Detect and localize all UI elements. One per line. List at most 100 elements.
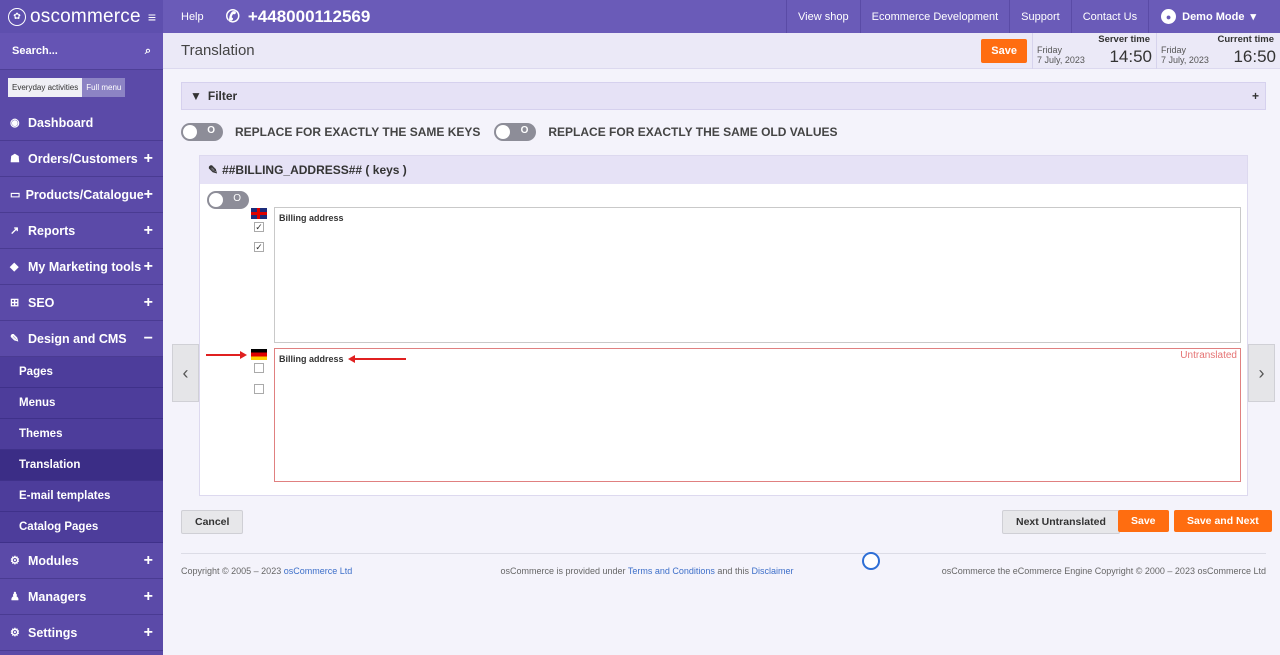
server-time-label: Server time [1098,33,1150,45]
expand-icon[interactable]: + [144,150,153,168]
en-checkbox-1[interactable]: ✓ [254,222,264,232]
menu-toggle-icon[interactable]: ≡ [148,9,156,25]
save-button[interactable]: Save [1118,510,1169,532]
expand-icon[interactable]: + [144,258,153,276]
help-link[interactable]: Help [181,11,204,23]
search-input[interactable]: Search... ⌕ [0,33,163,70]
footer-engine-copyright: osCommerce the eCommerce Engine Copyrigh… [941,566,1266,576]
server-time-date-text: 7 July, 2023 [1037,54,1085,65]
logo-icon: ✿ [8,7,26,26]
tag-icon: ◆ [10,261,19,273]
save-and-next-button[interactable]: Save and Next [1174,510,1272,532]
next-button[interactable]: › [1248,344,1275,402]
search-icon[interactable]: ⌕ [145,45,151,58]
sidebar-item-orders-customers[interactable]: ☗ Orders/Customers + [0,141,163,177]
replace-same-keys-toggle[interactable]: O [181,123,223,141]
top-bar: ✿ oscommerce ≡ Help ✆ +448000112569 View… [0,0,1280,33]
de-translation-textarea[interactable]: Billing address Untranslated [274,348,1241,482]
sidebar-subitem-email-templates[interactable]: E-mail templates [0,481,163,512]
annotation-arrow-line [354,358,406,360]
filter-bar[interactable]: ▼ Filter + [181,82,1266,110]
expand-icon[interactable]: + [144,222,153,240]
sidebar-item-modules[interactable]: ⚙ Modules + [0,543,163,579]
sidebar-item-products-catalogue[interactable]: ▭ Products/Catalogue + [0,177,163,213]
support-link[interactable]: Support [1009,0,1071,33]
logo[interactable]: ✿ oscommerce ≡ [0,0,163,33]
sidebar-subitem-pages[interactable]: Pages [0,357,163,388]
de-checkbox-1[interactable] [254,363,264,373]
sidebar-item-dashboard[interactable]: ◉ Dashboard [0,105,163,141]
cancel-button[interactable]: Cancel [181,510,244,534]
expand-icon[interactable]: + [144,294,153,312]
expand-icon[interactable]: + [144,552,153,570]
panel-header: ✎ ##BILLING_ADDRESS## ( keys ) [200,156,1247,184]
en-checkbox-2[interactable]: ✓ [254,242,264,252]
cursor-indicator [862,552,880,570]
sidebar-subitem-themes[interactable]: Themes [0,419,163,450]
translation-panel: ✎ ##BILLING_ADDRESS## ( keys ) O ✓ ✓ Bil… [199,155,1248,496]
user-menu[interactable]: ● Demo Mode ▾ [1148,0,1280,33]
sidebar-item-label: Design and CMS [28,331,127,346]
annotation-arrow-head [240,351,247,359]
replace-toggles: O REPLACE FOR EXACTLY THE SAME KEYS O RE… [181,123,852,141]
user-icon: ● [1161,9,1177,24]
contact-us-link[interactable]: Contact Us [1070,0,1148,33]
tab-full-menu[interactable]: Full menu [82,78,126,97]
sidebar-item-seo[interactable]: ⊞ SEO + [0,285,163,321]
collapse-icon[interactable]: − [144,330,153,348]
phone-text: +448000112569 [247,6,371,26]
disclaimer-link[interactable]: Disclaimer [751,566,793,576]
replace-same-keys-label: REPLACE FOR EXACTLY THE SAME KEYS [235,125,481,139]
previous-button[interactable]: ‹ [172,344,199,402]
en-translation-textarea[interactable]: Billing address [274,207,1241,343]
oscommerce-ltd-link[interactable]: osCommerce Ltd [284,566,353,576]
translation-key-title: ##BILLING_ADDRESS## ( keys ) [222,163,407,177]
chevron-down-icon: ▾ [1250,11,1256,23]
filter-label: Filter [207,89,238,103]
server-time-day: Friday [1037,44,1063,55]
sidebar-subitem-catalog-pages[interactable]: Catalog Pages [0,512,163,543]
view-shop-link[interactable]: View shop [786,0,860,33]
tab-everyday-activities[interactable]: Everyday activities [8,78,83,97]
footer-license: osCommerce is provided under Terms and C… [500,566,793,576]
expand-icon[interactable]: + [144,588,153,606]
sidebar-item-marketing[interactable]: ◆ My Marketing tools + [0,249,163,285]
phone-icon: ✆ [225,6,240,26]
sidebar-item-managers[interactable]: ♟ Managers + [0,579,163,615]
server-time-date: Friday 7 July, 2023 [1037,45,1085,65]
settings-icon: ⚙ [10,627,20,639]
de-translation-value: Billing address [279,354,344,364]
expand-icon[interactable]: + [144,624,153,642]
phone-number[interactable]: ✆ +448000112569 [226,7,371,27]
annotation-arrow-line [206,354,240,356]
chart-icon: ↗ [10,225,20,237]
panel-toggle[interactable]: O [207,191,249,209]
de-checkbox-2[interactable] [254,384,264,394]
header-save-button[interactable]: Save [981,38,1027,63]
current-time-day: Friday [1161,44,1187,55]
chevron-right-icon: › [1258,362,1265,383]
expand-icon[interactable]: + [144,186,153,204]
search-placeholder: Search... [12,45,58,57]
next-untranslated-button[interactable]: Next Untranslated [1002,510,1120,534]
sidebar-item-label: Orders/Customers [28,151,138,166]
ecommerce-development-link[interactable]: Ecommerce Development [859,0,1010,33]
current-time-label: Current time [1217,33,1274,45]
sidebar-item-label: Dashboard [28,115,94,130]
sidebar-item-settings[interactable]: ⚙ Settings + [0,615,163,651]
toggle-state: O [233,193,241,204]
expand-filter-icon[interactable]: + [1252,89,1259,103]
uk-flag-icon [251,208,267,219]
sidebar-item-reports[interactable]: ↗ Reports + [0,213,163,249]
sidebar-item-label: Managers [28,589,87,604]
manager-icon: ♟ [10,591,20,603]
brush-icon: ✎ [10,333,20,345]
terms-link[interactable]: Terms and Conditions [628,566,715,576]
sidebar-item-design-cms[interactable]: ✎ Design and CMS − [0,321,163,357]
untranslated-badge: Untranslated [1180,350,1237,361]
sidebar-subitem-translation[interactable]: Translation [0,450,163,481]
replace-same-old-values-toggle[interactable]: O [494,123,537,141]
sidebar-subitem-menus[interactable]: Menus [0,388,163,419]
folder-icon: ▭ [10,189,21,201]
current-time: Current time Friday 7 July, 2023 16:50 [1156,32,1280,69]
